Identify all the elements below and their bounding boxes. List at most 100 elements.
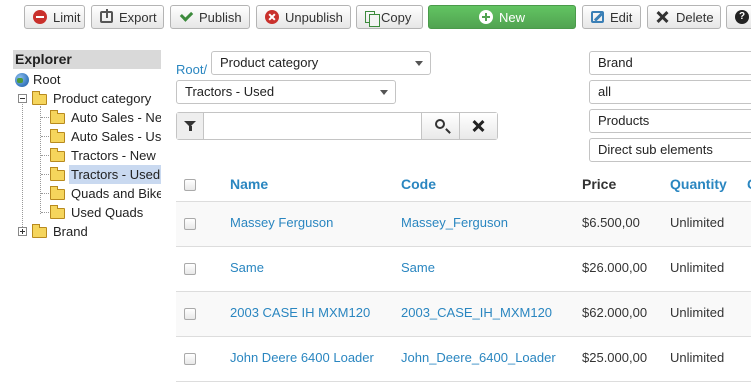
limit-button[interactable]: Limit xyxy=(24,5,85,29)
row-checkbox[interactable] xyxy=(184,308,196,320)
category-select-value: Product category xyxy=(220,55,319,70)
row-checkbox[interactable] xyxy=(184,353,196,365)
help-button[interactable]: ? xyxy=(726,5,751,29)
edit-icon xyxy=(591,11,604,23)
filter-icon-stem xyxy=(189,126,192,131)
collapse-toggle-icon[interactable] xyxy=(18,94,27,103)
product-name-link[interactable]: 2003 CASE IH MXM120 xyxy=(230,305,370,320)
product-quantity: Unlimited xyxy=(670,350,725,365)
tree-node-root[interactable]: Root xyxy=(15,70,161,89)
limit-icon xyxy=(33,10,47,24)
column-header-price: Price xyxy=(582,176,617,192)
product-code-link[interactable]: 2003_CASE_IH_MXM120 xyxy=(401,305,552,320)
limit-label: Limit xyxy=(53,9,81,25)
brand-select[interactable]: Brand xyxy=(589,51,751,75)
new-button[interactable]: New xyxy=(428,5,576,29)
explorer-title: Explorer xyxy=(13,50,161,69)
product-price: $25.000,00 xyxy=(582,350,648,365)
chevron-down-icon xyxy=(380,90,388,95)
publish-button[interactable]: Publish xyxy=(170,5,250,29)
table-row: Same Same $26.000,00 Unlimited xyxy=(176,247,751,292)
tree-node-label: Product category xyxy=(53,91,152,106)
search-icon xyxy=(435,119,445,129)
product-code-link[interactable]: Same xyxy=(401,260,435,275)
tree-node-product-category[interactable]: Product category xyxy=(13,89,161,108)
chevron-down-icon xyxy=(415,61,423,66)
folder-icon xyxy=(50,205,65,219)
tree-node-auto-sales-used[interactable]: Auto Sales - Use xyxy=(13,127,161,146)
copy-label: Copy xyxy=(381,9,412,25)
column-header-extra[interactable]: C xyxy=(747,176,751,192)
subcategory-select-value: Tractors - Used xyxy=(185,84,275,99)
search-button[interactable] xyxy=(421,113,459,139)
breadcrumb-root-link[interactable]: Root/ xyxy=(176,62,207,77)
tree-node-tractors-new[interactable]: Tractors - New xyxy=(13,146,161,165)
product-quantity: Unlimited xyxy=(670,215,725,230)
new-label: New xyxy=(498,9,525,25)
delete-icon xyxy=(656,10,670,24)
copy-icon xyxy=(365,11,380,27)
export-button[interactable]: Export xyxy=(91,5,164,29)
product-name-link[interactable]: Massey Ferguson xyxy=(230,215,333,230)
search-bar xyxy=(176,112,498,140)
product-name-link[interactable]: Same xyxy=(230,260,264,275)
tree-node-tractors-used[interactable]: Tractors - Used xyxy=(13,165,161,184)
column-header-name[interactable]: Name xyxy=(230,176,268,192)
folder-icon xyxy=(50,148,65,162)
brand-filter-select[interactable]: all xyxy=(589,80,751,104)
scope-value: Direct sub elements xyxy=(598,142,713,157)
scope-select[interactable]: Direct sub elements xyxy=(589,138,751,162)
publish-label: Publish xyxy=(199,9,242,25)
row-checkbox[interactable] xyxy=(184,263,196,275)
row-checkbox[interactable] xyxy=(184,218,196,230)
tree-node-auto-sales-new[interactable]: Auto Sales - Ne xyxy=(13,108,161,127)
unpublish-label: Unpublish xyxy=(285,9,343,25)
tree-node-brand[interactable]: Brand xyxy=(13,222,161,241)
element-type-select[interactable]: Products xyxy=(589,109,751,133)
column-header-quantity[interactable]: Quantity xyxy=(670,176,727,192)
folder-icon xyxy=(50,167,65,181)
tree-node-label: Auto Sales - Use xyxy=(71,129,161,144)
brand-select-value: Brand xyxy=(598,55,633,70)
product-code-link[interactable]: Massey_Ferguson xyxy=(401,215,508,230)
product-quantity: Unlimited xyxy=(670,305,725,320)
folder-icon xyxy=(32,91,47,105)
table-header: Name Code Price Quantity C xyxy=(176,168,751,202)
products-table: Name Code Price Quantity C Massey Fergus… xyxy=(176,168,751,388)
brand-filter-value: all xyxy=(598,84,612,99)
globe-icon xyxy=(15,73,29,87)
product-price: $26.000,00 xyxy=(582,260,648,275)
copy-button[interactable]: Copy xyxy=(356,5,423,29)
tree-node-used-quads[interactable]: Used Quads xyxy=(13,203,161,222)
column-header-code[interactable]: Code xyxy=(401,176,436,192)
select-all-checkbox[interactable] xyxy=(184,179,196,191)
tree-node-label: Root xyxy=(33,72,61,87)
product-price: $6.500,00 xyxy=(582,215,640,230)
edit-button[interactable]: Edit xyxy=(582,5,641,29)
search-input[interactable] xyxy=(205,113,450,139)
table-row: 2003 CASE IH MXM120 2003_CASE_IH_MXM120 … xyxy=(176,292,751,337)
explorer-panel: Explorer Root Product category Auto Sale… xyxy=(13,50,161,250)
element-type-value: Products xyxy=(598,113,650,128)
folder-icon xyxy=(50,129,65,143)
product-price: $62.000,00 xyxy=(582,305,648,320)
table-row: John Deere 6400 Loader John_Deere_6400_L… xyxy=(176,337,751,382)
delete-label: Delete xyxy=(676,9,714,25)
table-row: Massey Ferguson Massey_Ferguson $6.500,0… xyxy=(176,202,751,247)
filter-button[interactable] xyxy=(177,113,204,139)
help-icon: ? xyxy=(735,10,749,24)
export-label: Export xyxy=(119,9,157,25)
unpublish-button[interactable]: Unpublish xyxy=(256,5,351,29)
subcategory-select[interactable]: Tractors - Used xyxy=(176,80,396,104)
delete-button[interactable]: Delete xyxy=(647,5,721,29)
tree-node-label: Used Quads xyxy=(71,205,144,220)
clear-search-button[interactable] xyxy=(459,113,497,139)
tree-node-quads-and-bikes[interactable]: Quads and Bike xyxy=(13,184,161,203)
product-quantity: Unlimited xyxy=(670,260,725,275)
expand-toggle-icon[interactable] xyxy=(18,227,27,236)
tree-node-label: Auto Sales - Ne xyxy=(71,110,161,125)
product-code-link[interactable]: John_Deere_6400_Loader xyxy=(401,350,556,365)
product-name-link[interactable]: John Deere 6400 Loader xyxy=(230,350,374,365)
plus-circle-icon xyxy=(478,10,493,24)
category-select[interactable]: Product category xyxy=(211,51,431,75)
